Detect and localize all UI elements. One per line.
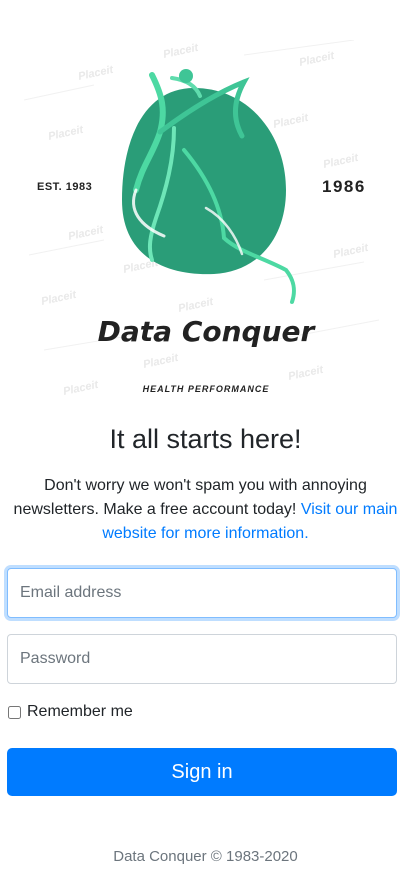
watermark-text: Placeit	[67, 224, 105, 243]
sign-in-button[interactable]: Sign in	[7, 748, 397, 796]
remember-me-label: Remember me	[27, 703, 133, 720]
logo-year-label: 1986	[322, 177, 366, 196]
watermark-text: Placeit	[162, 42, 200, 61]
email-field[interactable]	[7, 568, 397, 618]
footer-copyright: Data Conquer © 1983-2020	[113, 848, 298, 865]
watermark-text: Placeit	[272, 112, 310, 131]
page-headline: It all starts here!	[109, 424, 302, 454]
watermark-text: Placeit	[47, 124, 85, 143]
watermark-text: Placeit	[322, 152, 360, 171]
watermark-text: Placeit	[142, 352, 180, 371]
watermark-text: Placeit	[332, 242, 370, 261]
intro-text: Don't worry we won't spam you with annoy…	[6, 474, 405, 546]
brand-logo: Placeit Placeit Placeit Placeit Placeit …	[24, 40, 387, 405]
watermark-text: Placeit	[62, 379, 100, 398]
watermark-text: Placeit	[40, 289, 78, 308]
watermark-text: Placeit	[77, 64, 115, 83]
password-field[interactable]	[7, 634, 397, 684]
watermark-text: Placeit	[298, 50, 336, 69]
logo-brand-name: Data Conquer	[98, 315, 317, 348]
logo-tagline: HEALTH PERFORMANCE	[143, 384, 270, 394]
watermark-text: Placeit	[177, 296, 215, 315]
remember-me-row[interactable]: Remember me	[7, 703, 133, 721]
logo-est-label: EST. 1983	[37, 181, 92, 193]
watermark-text: Placeit	[287, 364, 325, 383]
remember-me-checkbox[interactable]	[8, 705, 21, 719]
